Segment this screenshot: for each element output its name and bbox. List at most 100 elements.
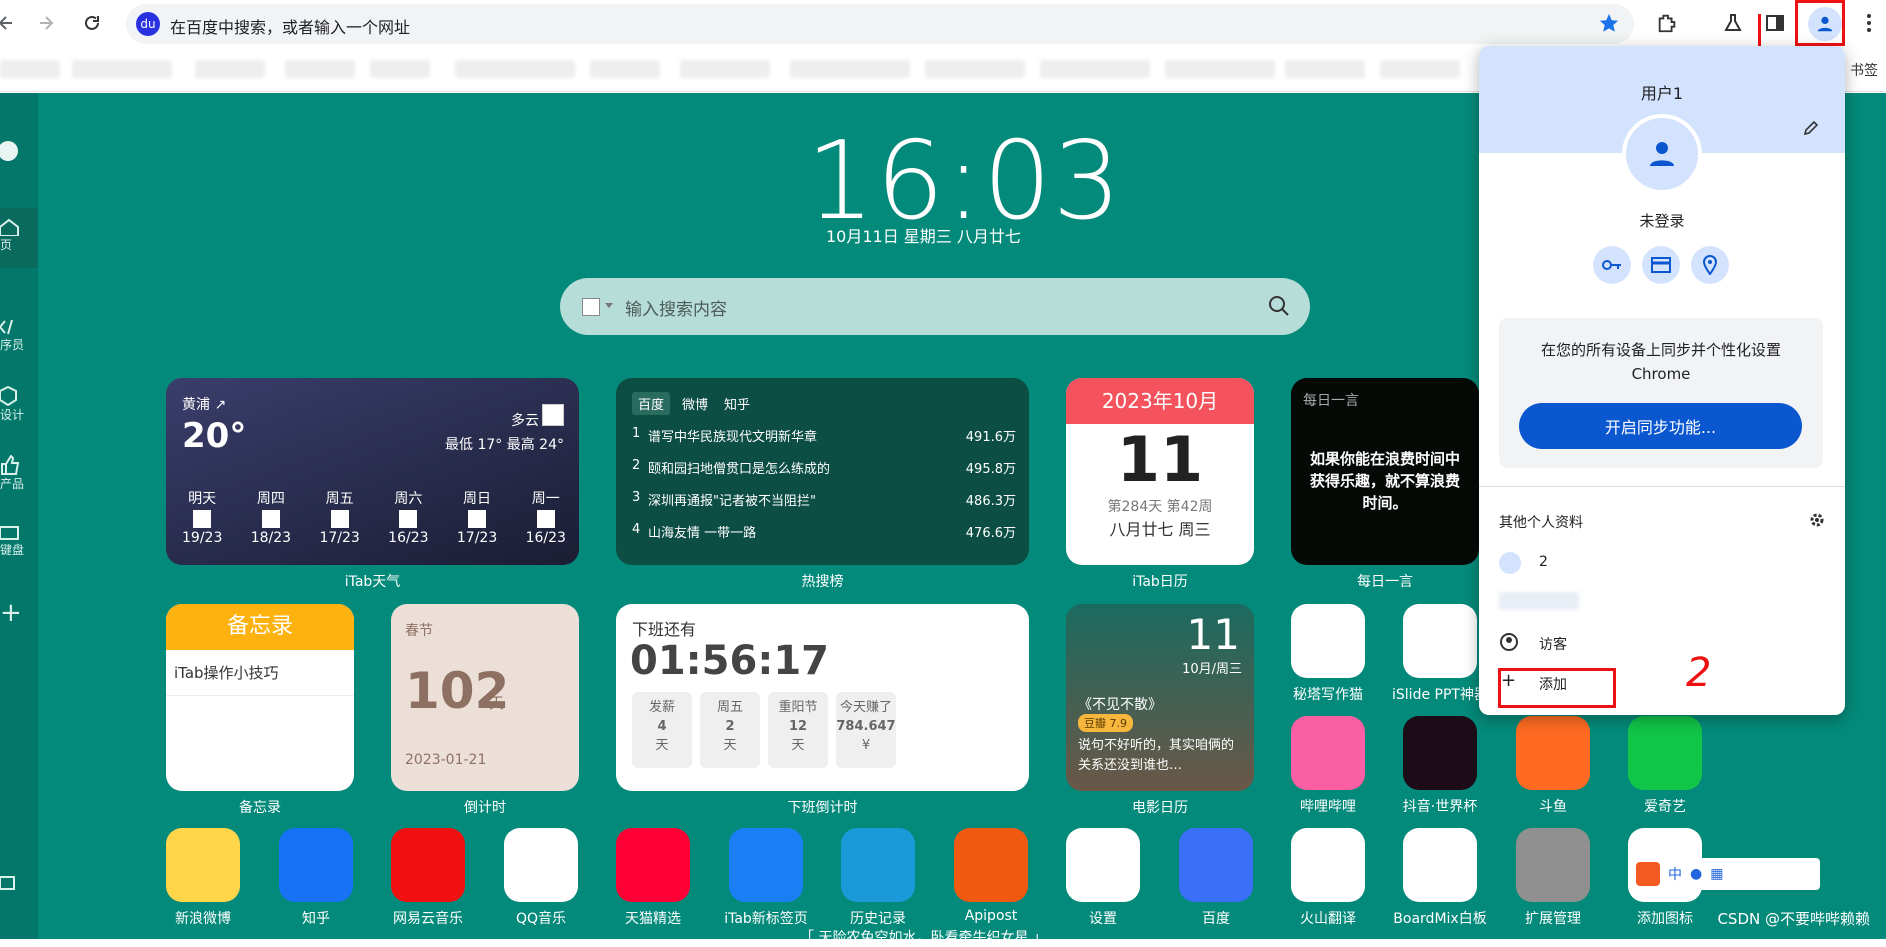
profile-item-2[interactable]: 2 bbox=[1539, 554, 1548, 570]
sidebar-item-keyboard[interactable]: 键盘 bbox=[0, 525, 38, 558]
bookmark-item[interactable] bbox=[285, 60, 355, 78]
list-item[interactable]: 3 深圳再通报"记者被不当阻拦" 486.3万 bbox=[632, 490, 1016, 522]
bookmark-item[interactable] bbox=[1165, 60, 1275, 78]
labs-flask-icon[interactable] bbox=[1720, 10, 1746, 36]
list-item[interactable]: 2 颐和园扫地僧贯口是怎么练成的 495.8万 bbox=[632, 458, 1016, 490]
widget-label: 每日一言 bbox=[1357, 574, 1413, 590]
more-menu-icon[interactable] bbox=[1856, 10, 1882, 36]
other-profiles-title: 其他个人资料 bbox=[1499, 515, 1583, 531]
ime-toolbar[interactable]: 中 ● ▦ bbox=[1630, 858, 1820, 890]
app-icon-islide[interactable] bbox=[1403, 604, 1477, 678]
search-input[interactable]: 输入搜索内容 bbox=[625, 295, 727, 320]
sidebar-add-icon[interactable]: + bbox=[0, 598, 38, 628]
bookmark-item[interactable] bbox=[1040, 60, 1150, 78]
app-icon-douyu[interactable] bbox=[1516, 716, 1590, 790]
countdown-widget[interactable]: 春节 102 天 2023-01-21 bbox=[391, 604, 579, 791]
bookmark-item[interactable] bbox=[1285, 60, 1365, 78]
app-icon-boardmix[interactable] bbox=[1403, 828, 1477, 902]
bookmark-item[interactable] bbox=[195, 60, 265, 78]
address-pin-icon[interactable] bbox=[1691, 246, 1729, 284]
back-icon[interactable] bbox=[0, 9, 20, 37]
memo-item[interactable]: iTab操作小技巧 bbox=[166, 650, 354, 696]
widget-label: 电影日历 bbox=[1132, 800, 1188, 816]
app-icon-apipost[interactable] bbox=[954, 828, 1028, 902]
address-bar[interactable]: du 在百度中搜索，或者输入一个网址 bbox=[126, 4, 1634, 44]
memo-widget[interactable]: 备忘录 iTab操作小技巧 bbox=[166, 604, 354, 791]
sidebar-settings-icon[interactable] bbox=[0, 873, 38, 893]
app-icon-history[interactable] bbox=[841, 828, 915, 902]
app-icon-weibo[interactable] bbox=[166, 828, 240, 902]
search-bar[interactable]: 输入搜索内容 bbox=[560, 278, 1310, 335]
app-icon-douyin[interactable] bbox=[1403, 716, 1477, 790]
bookmark-item[interactable] bbox=[925, 60, 1025, 78]
bookmark-item[interactable] bbox=[0, 60, 60, 78]
side-panel-icon[interactable] bbox=[1762, 10, 1788, 36]
tab-weibo[interactable]: 微博 bbox=[678, 392, 712, 415]
app-icon-extensions[interactable] bbox=[1516, 828, 1590, 902]
weather-widget[interactable]: 黄浦 ↗ 20° 多云 最低 17° 最高 24° 明天 19/23 周四 18/2… bbox=[166, 378, 579, 565]
app-icon-volc-translate[interactable] bbox=[1291, 828, 1365, 902]
app-icon-zhihu[interactable] bbox=[279, 828, 353, 902]
list-item[interactable]: 1 谱写中华民族现代文明新华章 491.6万 bbox=[632, 426, 1016, 458]
baidu-icon: du bbox=[136, 12, 160, 36]
search-icon[interactable] bbox=[1268, 295, 1290, 321]
highlight-box-add bbox=[1498, 668, 1616, 708]
offwork-countdown-widget[interactable]: 下班还有 01:56:17 发薪 4 天 周五 2 天 重阳节 12 天 今天赚了 784.6… bbox=[616, 604, 1029, 791]
app-label: 爱奇艺 bbox=[1644, 799, 1686, 815]
app-icon-mita[interactable] bbox=[1291, 604, 1365, 678]
app-icon-iqiyi[interactable] bbox=[1628, 716, 1702, 790]
hot-search-widget[interactable]: 百度 微博 知乎 1 谱写中华民族现代文明新华章 491.6万 2 颐和园扫地僧贯口是… bbox=[616, 378, 1029, 565]
mic-icon[interactable]: ● bbox=[1690, 866, 1702, 882]
search-engine-icon[interactable] bbox=[582, 298, 600, 316]
calendar-widget[interactable]: 2023年10月 11 第284天 第42周 八月廿七 周三 bbox=[1066, 378, 1254, 565]
bookmarks-overflow[interactable]: 书签 bbox=[1850, 60, 1878, 80]
tab-zhihu[interactable]: 知乎 bbox=[720, 392, 754, 415]
blurred-profile-item[interactable] bbox=[1499, 592, 1579, 610]
bookmark-item[interactable] bbox=[790, 60, 910, 78]
browser-toolbar: du 在百度中搜索，或者输入一个网址 bbox=[0, 0, 1886, 52]
app-icon-settings[interactable] bbox=[1066, 828, 1140, 902]
sidebar-avatar[interactable] bbox=[0, 138, 38, 164]
bookmark-item[interactable] bbox=[455, 60, 575, 78]
edit-pencil-icon[interactable] bbox=[1803, 120, 1819, 140]
chevron-down-icon[interactable] bbox=[605, 303, 613, 308]
sync-text: 在您的所有设备上同步并个性化设置 Chrome bbox=[1540, 341, 1781, 383]
app-icon-netease-music[interactable] bbox=[391, 828, 465, 902]
offwork-time: 01:56:17 bbox=[630, 638, 829, 684]
keyboard-icon[interactable]: ▦ bbox=[1710, 866, 1723, 882]
list-item[interactable]: 4 山海友情 一带一路 476.6万 bbox=[632, 522, 1016, 554]
app-label: 斗鱼 bbox=[1539, 799, 1567, 815]
bookmark-item[interactable] bbox=[72, 60, 172, 78]
bookmark-star-icon[interactable] bbox=[1598, 12, 1620, 34]
forward-icon[interactable] bbox=[32, 9, 60, 37]
app-icon-tmall[interactable] bbox=[616, 828, 690, 902]
bookmark-item[interactable] bbox=[680, 60, 770, 78]
tab-baidu[interactable]: 百度 bbox=[632, 392, 671, 415]
sidebar-item-product[interactable]: 产品 bbox=[0, 455, 38, 492]
passwords-key-icon[interactable] bbox=[1593, 246, 1631, 284]
calendar-week: 第284天 第42周 bbox=[1107, 499, 1213, 515]
bookmark-item[interactable] bbox=[1380, 60, 1460, 78]
app-icon-baidu[interactable] bbox=[1179, 828, 1253, 902]
reload-icon[interactable] bbox=[78, 9, 106, 37]
ime-mode[interactable]: 中 bbox=[1668, 864, 1682, 884]
bottom-poem: 「 天险农兔空如水，卧看牵牛织女星 」 bbox=[800, 930, 1047, 946]
payment-card-icon[interactable] bbox=[1642, 246, 1680, 284]
bookmark-item[interactable] bbox=[590, 60, 660, 78]
quote-text: 如果你能在浪费时间中获得乐趣，就不算浪费时间。 bbox=[1309, 450, 1460, 512]
guest-profile-item[interactable]: 访客 bbox=[1539, 634, 1567, 654]
bookmark-item[interactable] bbox=[370, 60, 430, 78]
sidebar-item-label: 设计 bbox=[0, 408, 25, 422]
app-icon-itab[interactable] bbox=[729, 828, 803, 902]
weather-icon bbox=[193, 510, 212, 528]
sidebar-item-home[interactable]: 页 bbox=[0, 208, 38, 268]
app-icon-bilibili[interactable] bbox=[1291, 716, 1365, 790]
daily-quote-widget[interactable]: 每日一言 如果你能在浪费时间中获得乐趣，就不算浪费时间。 bbox=[1291, 378, 1479, 565]
sidebar-item-programmer[interactable]: 序员 bbox=[0, 318, 38, 353]
extensions-icon[interactable] bbox=[1654, 10, 1680, 36]
sidebar-item-design[interactable]: 设计 bbox=[0, 386, 38, 423]
movie-calendar-widget[interactable]: 11 10月/周三 《不见不散》 豆瓣 7.9 说句不好听的，其实咱俩的关系还没… bbox=[1066, 604, 1254, 791]
manage-profiles-gear-icon[interactable] bbox=[1809, 512, 1825, 532]
turn-on-sync-button[interactable]: 开启同步功能... bbox=[1519, 403, 1802, 449]
app-icon-qqmusic[interactable] bbox=[504, 828, 578, 902]
